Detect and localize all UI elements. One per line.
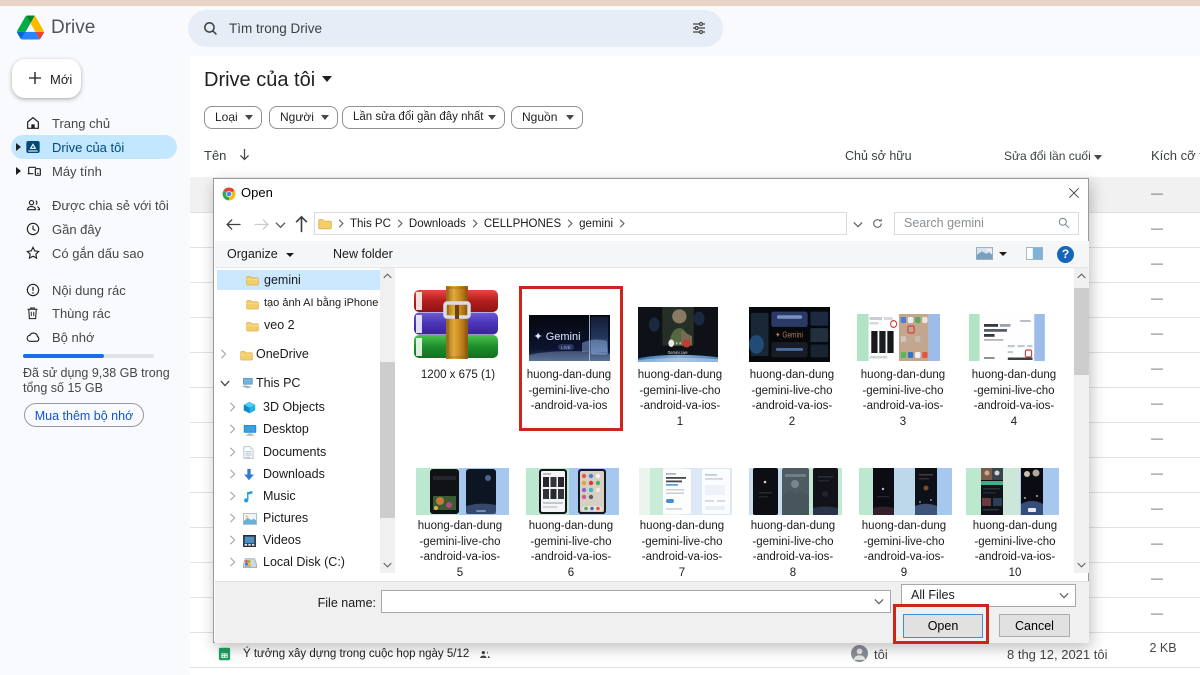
svg-text:Gemini Live: Gemini Live bbox=[668, 349, 688, 355]
svg-text:✦ Gemini: ✦ Gemini bbox=[775, 330, 803, 340]
